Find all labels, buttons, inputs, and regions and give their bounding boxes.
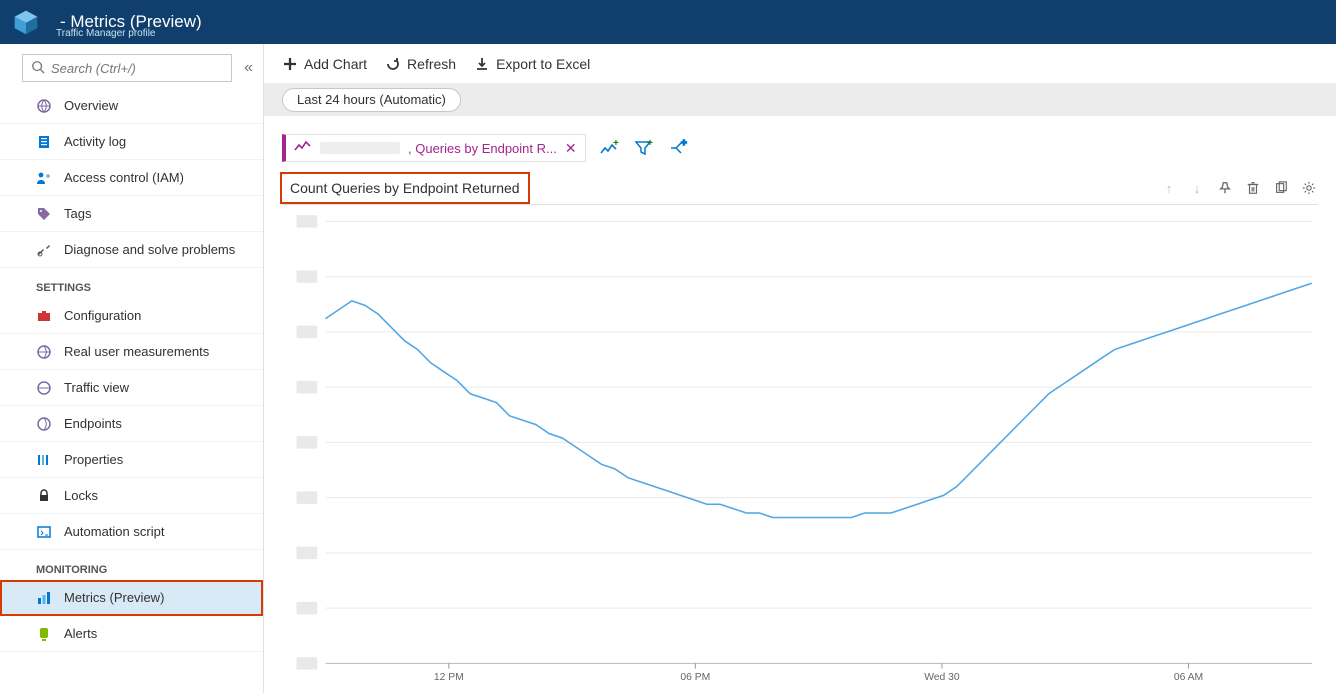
resource-type: Traffic Manager profile bbox=[56, 28, 156, 39]
nav-label: Traffic view bbox=[64, 380, 129, 395]
svg-text:+: + bbox=[647, 139, 653, 149]
nav-alerts[interactable]: Alerts bbox=[0, 616, 263, 652]
nav-locks[interactable]: Locks bbox=[0, 478, 263, 514]
nav-label: Tags bbox=[64, 206, 91, 221]
close-icon[interactable]: ✕ bbox=[565, 140, 577, 157]
pin-icon[interactable] bbox=[1216, 179, 1234, 197]
nav-label: Endpoints bbox=[64, 416, 122, 431]
nav-endpoints[interactable]: Endpoints bbox=[0, 406, 263, 442]
metric-chip[interactable]: , Queries by Endpoint R... ✕ bbox=[282, 134, 586, 162]
nav-overview[interactable]: Overview bbox=[0, 88, 263, 124]
nav-metrics[interactable]: Metrics (Preview) bbox=[0, 580, 263, 616]
nav-activity-log[interactable]: Activity log bbox=[0, 124, 263, 160]
log-icon bbox=[36, 134, 52, 150]
nav-section-settings: SETTINGS bbox=[0, 268, 263, 298]
search-input[interactable]: Search (Ctrl+/) bbox=[22, 54, 232, 82]
nav-label: Alerts bbox=[64, 626, 97, 641]
globe-icon bbox=[36, 380, 52, 396]
add-filter-button[interactable]: + bbox=[634, 139, 654, 157]
script-icon bbox=[36, 524, 52, 540]
nav-access-control[interactable]: Access control (IAM) bbox=[0, 160, 263, 196]
sidebar: Search (Ctrl+/) « Overview Activity log … bbox=[0, 44, 264, 693]
properties-icon bbox=[36, 452, 52, 468]
chart-title[interactable]: Count Queries by Endpoint Returned bbox=[282, 174, 528, 202]
move-up-icon[interactable]: ↑ bbox=[1160, 179, 1178, 197]
svg-text:+: + bbox=[613, 139, 619, 149]
nav-label: Properties bbox=[64, 452, 123, 467]
nav-label: Activity log bbox=[64, 134, 126, 149]
tag-icon bbox=[36, 206, 52, 222]
delete-icon[interactable] bbox=[1244, 179, 1262, 197]
nav-label: Automation script bbox=[64, 524, 164, 539]
nav-automation[interactable]: Automation script bbox=[0, 514, 263, 550]
svg-text:12 PM: 12 PM bbox=[434, 672, 464, 683]
search-placeholder: Search (Ctrl+/) bbox=[51, 61, 136, 76]
nav-label: Metrics (Preview) bbox=[64, 590, 164, 605]
nav-properties[interactable]: Properties bbox=[0, 442, 263, 478]
move-down-icon[interactable]: ↓ bbox=[1188, 179, 1206, 197]
metric-chip-text: , Queries by Endpoint R... bbox=[408, 141, 557, 156]
refresh-icon bbox=[385, 56, 401, 72]
barchart-icon bbox=[36, 590, 52, 606]
metric-chip-row: , Queries by Endpoint R... ✕ + + + bbox=[282, 134, 1318, 162]
nav: Overview Activity log Access control (IA… bbox=[0, 88, 263, 693]
time-range-label: Last 24 hours (Automatic) bbox=[297, 92, 446, 107]
chart-plot[interactable]: 12 PM 06 PM Wed 30 06 AM bbox=[282, 213, 1318, 693]
nav-label: Configuration bbox=[64, 308, 141, 323]
add-chart-button[interactable]: Add Chart bbox=[282, 56, 367, 72]
svg-text:06 PM: 06 PM bbox=[680, 672, 710, 683]
svg-text:06 AM: 06 AM bbox=[1174, 672, 1203, 683]
copy-icon[interactable] bbox=[1272, 179, 1290, 197]
refresh-button[interactable]: Refresh bbox=[385, 56, 456, 72]
plus-icon bbox=[282, 56, 298, 72]
nav-traffic-view[interactable]: Traffic view bbox=[0, 370, 263, 406]
globe-icon bbox=[36, 344, 52, 360]
collapse-sidebar-icon[interactable]: « bbox=[240, 59, 257, 77]
wrench-icon bbox=[36, 242, 52, 258]
nav-section-monitoring: MONITORING bbox=[0, 550, 263, 580]
lock-icon bbox=[36, 488, 52, 504]
nav-label: Real user measurements bbox=[64, 344, 209, 359]
metric-redacted bbox=[320, 142, 400, 154]
nav-diagnose[interactable]: Diagnose and solve problems bbox=[0, 232, 263, 268]
filter-bar: Last 24 hours (Automatic) bbox=[264, 83, 1336, 116]
add-metric-button[interactable]: + bbox=[600, 139, 620, 157]
time-range-pill[interactable]: Last 24 hours (Automatic) bbox=[282, 88, 461, 112]
nav-rum[interactable]: Real user measurements bbox=[0, 334, 263, 370]
download-icon bbox=[474, 56, 490, 72]
export-button[interactable]: Export to Excel bbox=[474, 56, 590, 72]
briefcase-icon bbox=[36, 308, 52, 324]
nav-label: Diagnose and solve problems bbox=[64, 242, 235, 257]
chart-actions: ↑ ↓ bbox=[1160, 179, 1318, 197]
toolbar: Add Chart Refresh Export to Excel bbox=[264, 44, 1336, 83]
nav-configuration[interactable]: Configuration bbox=[0, 298, 263, 334]
iam-icon bbox=[36, 170, 52, 186]
search-icon bbox=[31, 60, 45, 77]
svg-text:Wed 30: Wed 30 bbox=[924, 672, 960, 683]
alert-icon bbox=[36, 626, 52, 642]
tool-label: Export to Excel bbox=[496, 56, 590, 72]
split-button[interactable]: + bbox=[668, 139, 688, 157]
nav-tags[interactable]: Tags bbox=[0, 196, 263, 232]
tool-label: Add Chart bbox=[304, 56, 367, 72]
resource-icon bbox=[12, 8, 40, 36]
line-chart-icon bbox=[294, 140, 312, 157]
tool-label: Refresh bbox=[407, 56, 456, 72]
settings-icon[interactable] bbox=[1300, 179, 1318, 197]
svg-text:+: + bbox=[681, 139, 687, 149]
nav-label: Overview bbox=[64, 98, 118, 113]
nav-label: Locks bbox=[64, 488, 98, 503]
globe-icon bbox=[36, 416, 52, 432]
globe-icon bbox=[36, 98, 52, 114]
title-bar: - Metrics (Preview) Traffic Manager prof… bbox=[0, 0, 1336, 44]
nav-label: Access control (IAM) bbox=[64, 170, 184, 185]
